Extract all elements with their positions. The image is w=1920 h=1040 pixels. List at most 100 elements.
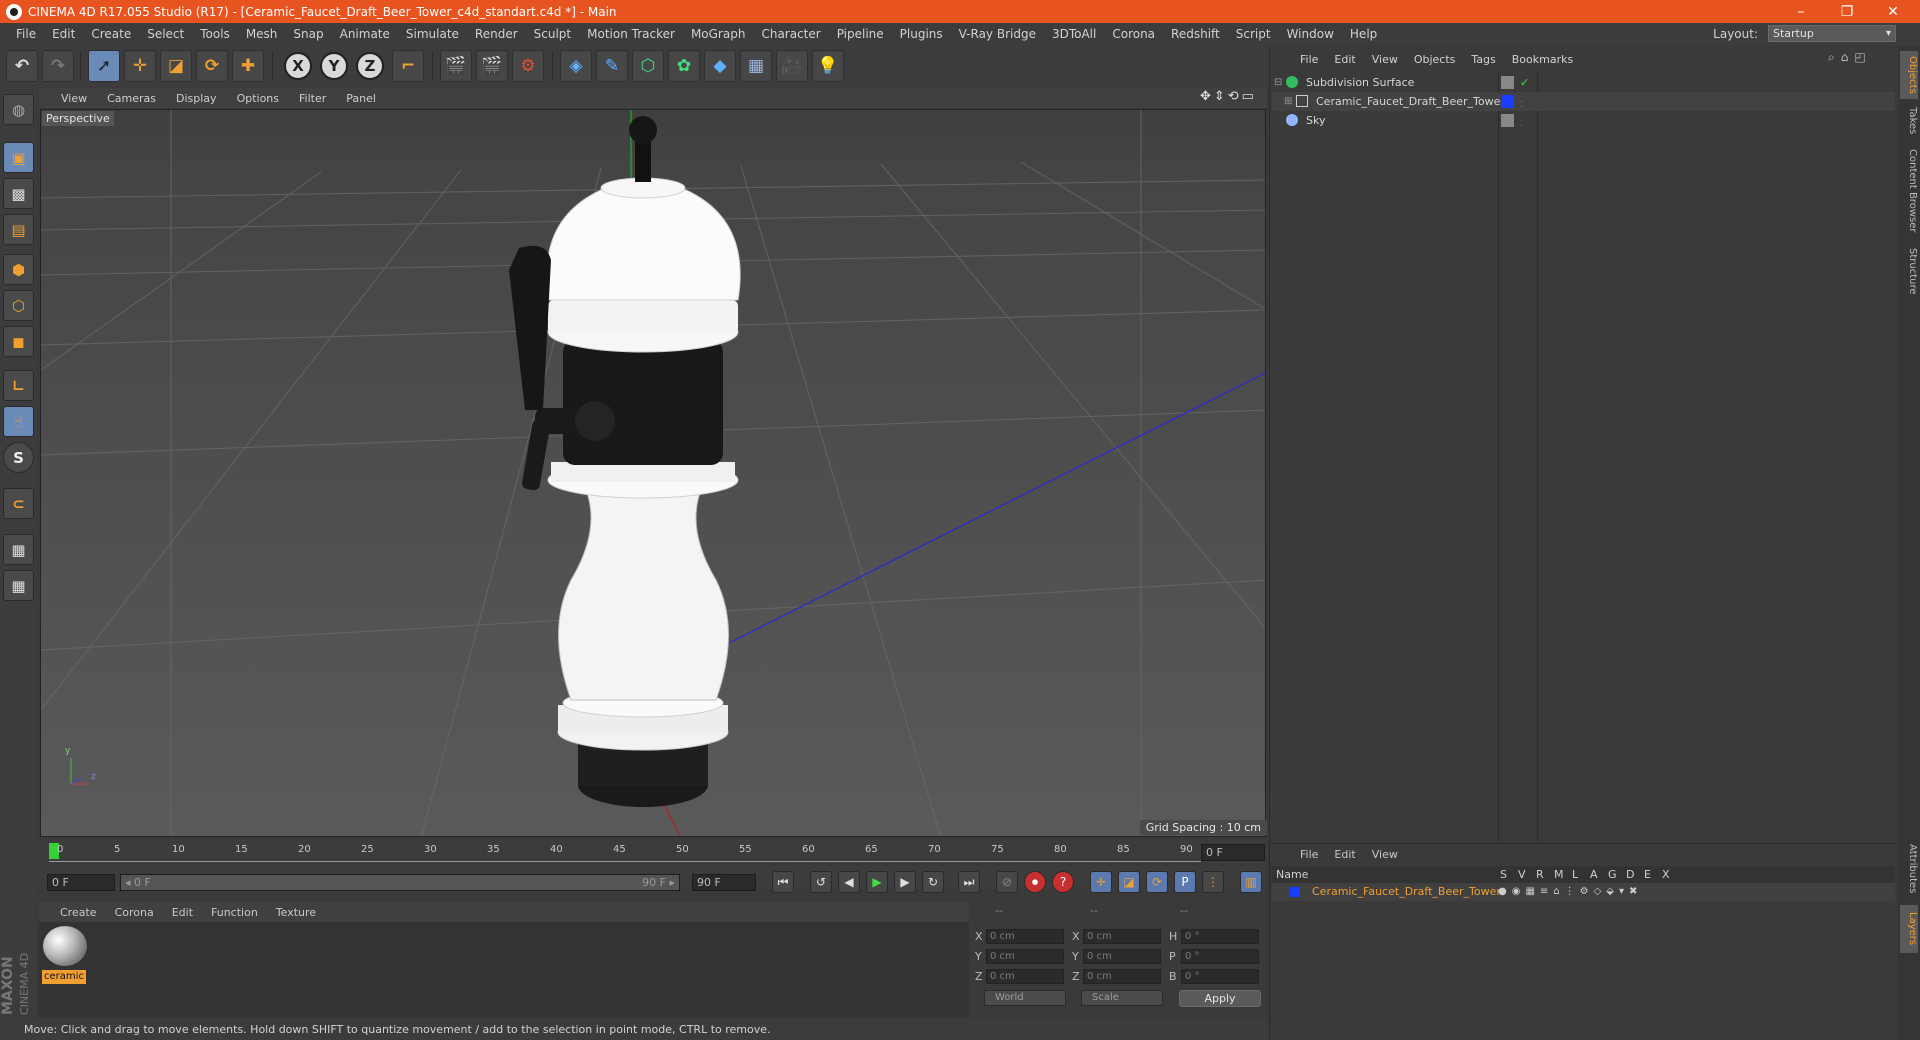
coord-rot-p-field[interactable]: 0 ° [1181, 949, 1259, 964]
tab-structure[interactable]: Structure [1900, 243, 1918, 299]
menu-sculpt[interactable]: Sculpt [526, 27, 579, 41]
z-axis-lock-button[interactable]: Z [356, 52, 384, 80]
key-scale-icon[interactable]: ◪ [1118, 871, 1140, 893]
tab-takes[interactable]: Takes [1900, 103, 1918, 139]
layer-flag-icons[interactable]: ●◉▦≡⌂⋮⚙◇⬙▾✖ [1498, 883, 1642, 901]
edges-mode-icon[interactable]: ⬡ [3, 290, 34, 321]
model-mode-icon[interactable]: ▣ [3, 142, 34, 173]
viewport-camera-label[interactable]: Perspective [42, 111, 114, 126]
obj-menu-objects[interactable]: Objects [1406, 53, 1464, 66]
col-render[interactable]: R [1536, 866, 1544, 884]
tab-content-browser[interactable]: Content Browser [1900, 143, 1918, 239]
layout-dropdown[interactable]: Startup [1768, 25, 1896, 42]
obj-menu-view[interactable]: View [1364, 53, 1406, 66]
go-to-end-icon[interactable]: ⏭ [958, 871, 980, 893]
undo-button[interactable]: ↶ [6, 50, 38, 82]
grid-snap-icon[interactable]: ▦ [3, 570, 34, 601]
tab-objects[interactable]: Objects [1900, 51, 1918, 99]
search-icon[interactable]: ⌕ [1828, 50, 1841, 64]
next-key-icon[interactable]: ↻ [922, 871, 944, 893]
go-to-start-icon[interactable]: ⏮ [772, 871, 794, 893]
deformer-icon[interactable]: ◆ [704, 50, 736, 82]
material-manager-panel[interactable]: ceramic [39, 922, 969, 1017]
render-settings-icon[interactable]: ⚙ [512, 50, 544, 82]
col-manager[interactable]: M [1554, 866, 1564, 884]
viewport-menu-options[interactable]: Options [227, 92, 289, 105]
camera-icon[interactable]: 🎥 [776, 50, 808, 82]
coord-pos-x-field[interactable]: 0 cm [986, 929, 1064, 944]
material-menu-edit[interactable]: Edit [163, 906, 202, 919]
layer-icon[interactable] [1501, 76, 1514, 89]
apply-button[interactable]: Apply [1179, 990, 1261, 1007]
layer-color-swatch[interactable] [1501, 95, 1514, 108]
coordinate-space-dropdown[interactable]: World [984, 990, 1066, 1006]
axis-mode-icon[interactable]: ∟ [3, 370, 34, 401]
menu-animate[interactable]: Animate [332, 27, 398, 41]
light-icon[interactable]: 💡 [812, 50, 844, 82]
play-forward-icon[interactable]: ▶ [866, 871, 888, 893]
snap-magnet-icon[interactable]: ⊂ [3, 488, 34, 519]
col-locked[interactable]: L [1572, 866, 1578, 884]
make-editable-icon[interactable]: ◍ [3, 94, 34, 125]
cloner-icon[interactable]: ✿ [668, 50, 700, 82]
coord-pos-z-field[interactable]: 0 cm [986, 969, 1064, 984]
key-pla-icon[interactable]: ⋮ [1202, 871, 1224, 893]
col-expressions[interactable]: E [1644, 866, 1651, 884]
menu-help[interactable]: Help [1342, 27, 1385, 41]
layer-menu-view[interactable]: View [1364, 848, 1406, 861]
workplane-lock-icon[interactable]: ▦ [3, 534, 34, 565]
menu-redshift[interactable]: Redshift [1163, 27, 1228, 41]
menu-motion-tracker[interactable]: Motion Tracker [579, 27, 683, 41]
col-generators[interactable]: G [1608, 866, 1617, 884]
tab-layers[interactable]: Layers [1900, 905, 1918, 953]
coord-size-y-field[interactable]: 0 cm [1083, 949, 1161, 964]
layer-row[interactable]: Ceramic_Faucet_Draft_Beer_Tower ●◉▦≡⌂⋮⚙◇… [1272, 883, 1895, 901]
coord-size-x-field[interactable]: 0 cm [1083, 929, 1161, 944]
menu-corona[interactable]: Corona [1104, 27, 1163, 41]
timeline-window-icon[interactable]: ▥ [1240, 871, 1262, 893]
obj-menu-tags[interactable]: Tags [1463, 53, 1503, 66]
col-deformers[interactable]: D [1626, 866, 1634, 884]
workplane-icon[interactable]: ▤ [3, 214, 34, 245]
menu-mesh[interactable]: Mesh [238, 27, 286, 41]
autokeying-icon[interactable]: ? [1052, 871, 1074, 893]
material-menu-function[interactable]: Function [202, 906, 267, 919]
scale-tool-icon[interactable]: ◪ [160, 50, 192, 82]
x-axis-lock-button[interactable]: X [284, 52, 312, 80]
object-row-sky[interactable]: Sky ⁚ [1272, 111, 1895, 130]
layer-color-swatch[interactable] [1290, 887, 1300, 897]
close-button[interactable]: ✕ [1870, 0, 1916, 23]
current-frame-field[interactable]: 0 F [1201, 844, 1265, 861]
menu-create[interactable]: Create [83, 27, 139, 41]
layer-icon[interactable] [1501, 114, 1514, 127]
expand-toggle-icon[interactable]: ⊟ [1274, 73, 1282, 92]
viewport-menu-view[interactable]: View [51, 92, 97, 105]
obj-menu-edit[interactable]: Edit [1326, 53, 1363, 66]
texture-mode-icon[interactable]: ▩ [3, 178, 34, 209]
obj-menu-bookmarks[interactable]: Bookmarks [1504, 53, 1581, 66]
col-animation[interactable]: A [1590, 866, 1598, 884]
rotate-tool-icon[interactable]: ⟳ [196, 50, 228, 82]
menu-tools[interactable]: Tools [192, 27, 238, 41]
menu-render[interactable]: Render [467, 27, 526, 41]
3d-viewport[interactable]: y z [40, 109, 1266, 837]
home-icon[interactable]: ⌂ [1841, 50, 1855, 64]
layer-menu-edit[interactable]: Edit [1326, 848, 1363, 861]
expand-toggle-icon[interactable]: ⊞ [1284, 92, 1292, 111]
menu-edit[interactable]: Edit [44, 27, 83, 41]
beer-tower-model[interactable] [509, 116, 741, 807]
material-preview-ceramic[interactable] [43, 926, 87, 966]
solo-mode-icon[interactable]: S [3, 442, 34, 473]
coordinate-system-icon[interactable]: ⌐ [392, 50, 424, 82]
layer-menu-file[interactable]: File [1292, 848, 1326, 861]
visibility-dots-icon[interactable]: ⁚ [1520, 114, 1523, 133]
obj-menu-file[interactable]: File [1292, 53, 1326, 66]
material-menu-texture[interactable]: Texture [267, 906, 325, 919]
coord-size-z-field[interactable]: 0 cm [1083, 969, 1161, 984]
new-view-icon[interactable]: ◰ [1854, 50, 1871, 64]
viewport-menu-cameras[interactable]: Cameras [97, 92, 166, 105]
col-view[interactable]: V [1518, 866, 1526, 884]
menu-file[interactable]: File [8, 27, 44, 41]
key-position-icon[interactable]: ✛ [1090, 871, 1112, 893]
menu-mograph[interactable]: MoGraph [683, 27, 754, 41]
